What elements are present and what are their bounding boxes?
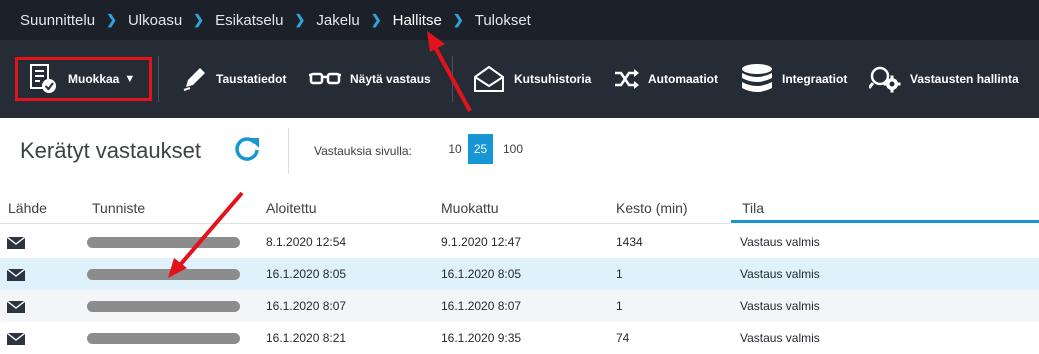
- mail-icon: [7, 237, 25, 249]
- cell-started: 16.1.2020 8:21: [266, 331, 347, 345]
- table-row[interactable]: 16.1.2020 8:07 16.1.2020 8:07 1 Vastaus …: [0, 290, 1039, 322]
- breadcrumb-suunnittelu[interactable]: Suunnittelu: [20, 12, 95, 29]
- cell-started: 16.1.2020 8:07: [266, 299, 347, 313]
- integrations-button[interactable]: Integraatiot: [741, 40, 847, 118]
- toolbar: Muokkaa ▼ Taustatiedot Näytä vastaus Kut…: [0, 40, 1039, 118]
- per-page-option-25[interactable]: 25: [468, 134, 493, 164]
- identifier-redacted: [87, 301, 240, 312]
- header-divider: [288, 128, 289, 174]
- show-response-label: Näytä vastaus: [350, 72, 431, 86]
- caret-down-icon: ▼: [124, 73, 136, 85]
- chevron-right-icon: ❯: [193, 12, 205, 27]
- refresh-icon[interactable]: [233, 135, 261, 163]
- cell-duration: 1: [616, 267, 623, 281]
- chevron-right-icon: ❯: [370, 12, 382, 27]
- breadcrumb-tulokset[interactable]: Tulokset: [475, 12, 531, 29]
- show-response-button[interactable]: Näytä vastaus: [309, 40, 431, 118]
- database-icon: [742, 64, 772, 92]
- breadcrumb: Suunnittelu ❯ Ulkoasu ❯ Esikatselu ❯ Jak…: [0, 0, 1039, 40]
- column-header-duration[interactable]: Kesto (min): [616, 200, 688, 216]
- cell-modified: 9.1.2020 12:47: [441, 235, 522, 249]
- edit-label: Muokkaa: [68, 72, 120, 86]
- chevron-right-icon: ❯: [294, 12, 306, 27]
- cell-duration: 74: [616, 331, 630, 345]
- response-management-label: Vastausten hallinta: [910, 72, 1019, 86]
- table-header: Lähde Tunniste Aloitettu Muokattu Kesto …: [0, 190, 1039, 224]
- per-page-option-10[interactable]: 10: [446, 134, 464, 164]
- mail-icon: [7, 269, 25, 281]
- automations-label: Automaatiot: [648, 72, 718, 86]
- background-info-button[interactable]: Taustatiedot: [181, 40, 286, 118]
- chevron-right-icon: ❯: [106, 12, 117, 27]
- identifier-redacted: [87, 269, 240, 280]
- toolbar-divider: [158, 56, 159, 102]
- cell-status: Vastaus valmis: [740, 235, 820, 249]
- cell-started: 16.1.2020 8:05: [266, 267, 347, 281]
- edit-menu-button[interactable]: Muokkaa ▼: [15, 57, 152, 101]
- column-header-source[interactable]: Lähde: [8, 200, 47, 216]
- integrations-label: Integraatiot: [782, 72, 848, 86]
- invite-history-button[interactable]: Kutsuhistoria: [473, 40, 591, 118]
- edit-document-icon: [30, 64, 56, 93]
- pencil-icon: [183, 68, 205, 91]
- background-info-label: Taustatiedot: [216, 72, 287, 86]
- cell-modified: 16.1.2020 8:07: [441, 299, 522, 313]
- mail-icon: [7, 333, 25, 345]
- column-header-status[interactable]: Tila: [742, 200, 764, 216]
- mail-icon: [7, 301, 25, 313]
- column-header-modified[interactable]: Muokattu: [441, 200, 499, 216]
- sorted-column-indicator: [731, 220, 1039, 223]
- toolbar-divider: [452, 56, 453, 102]
- cell-duration: 1434: [616, 235, 643, 249]
- breadcrumb-jakelu[interactable]: Jakelu: [316, 12, 359, 29]
- table-row[interactable]: 16.1.2020 8:05 16.1.2020 8:05 1 Vastaus …: [0, 258, 1039, 290]
- breadcrumb-ulkoasu[interactable]: Ulkoasu: [128, 12, 182, 29]
- collected-header: Kerätyt vastaukset Vastauksia sivulla: 1…: [0, 118, 1039, 190]
- cell-duration: 1: [616, 299, 623, 313]
- per-page-label: Vastauksia sivulla:: [314, 144, 412, 158]
- per-page-option-100[interactable]: 100: [500, 134, 526, 164]
- app-window: Suunnittelu ❯ Ulkoasu ❯ Esikatselu ❯ Jak…: [0, 0, 1039, 354]
- identifier-redacted: [87, 237, 240, 248]
- invite-history-label: Kutsuhistoria: [514, 72, 592, 86]
- column-header-identifier[interactable]: Tunniste: [92, 200, 145, 216]
- identifier-redacted: [87, 333, 240, 344]
- breadcrumb-esikatselu[interactable]: Esikatselu: [215, 12, 283, 29]
- shuffle-icon: [615, 69, 639, 89]
- glasses-icon: [309, 72, 341, 85]
- envelope-open-icon: [474, 65, 504, 92]
- cell-status: Vastaus valmis: [740, 331, 820, 345]
- cell-status: Vastaus valmis: [740, 267, 820, 281]
- breadcrumb-hallitse[interactable]: Hallitse: [393, 12, 442, 29]
- cell-status: Vastaus valmis: [740, 299, 820, 313]
- table-row[interactable]: 8.1.2020 12:54 9.1.2020 12:47 1434 Vasta…: [0, 226, 1039, 258]
- search-settings-icon: [869, 66, 901, 93]
- chevron-right-icon: ❯: [452, 12, 464, 27]
- column-header-started[interactable]: Aloitettu: [266, 200, 317, 216]
- automations-button[interactable]: Automaatiot: [614, 40, 718, 118]
- cell-started: 8.1.2020 12:54: [266, 235, 347, 249]
- table-row[interactable]: 16.1.2020 8:21 16.1.2020 9:35 74 Vastaus…: [0, 322, 1039, 354]
- cell-modified: 16.1.2020 9:35: [441, 331, 522, 345]
- header-underline: [0, 223, 731, 224]
- response-management-button[interactable]: Vastausten hallinta: [869, 40, 1019, 118]
- page-title: Kerätyt vastaukset: [20, 138, 201, 163]
- cell-modified: 16.1.2020 8:05: [441, 267, 522, 281]
